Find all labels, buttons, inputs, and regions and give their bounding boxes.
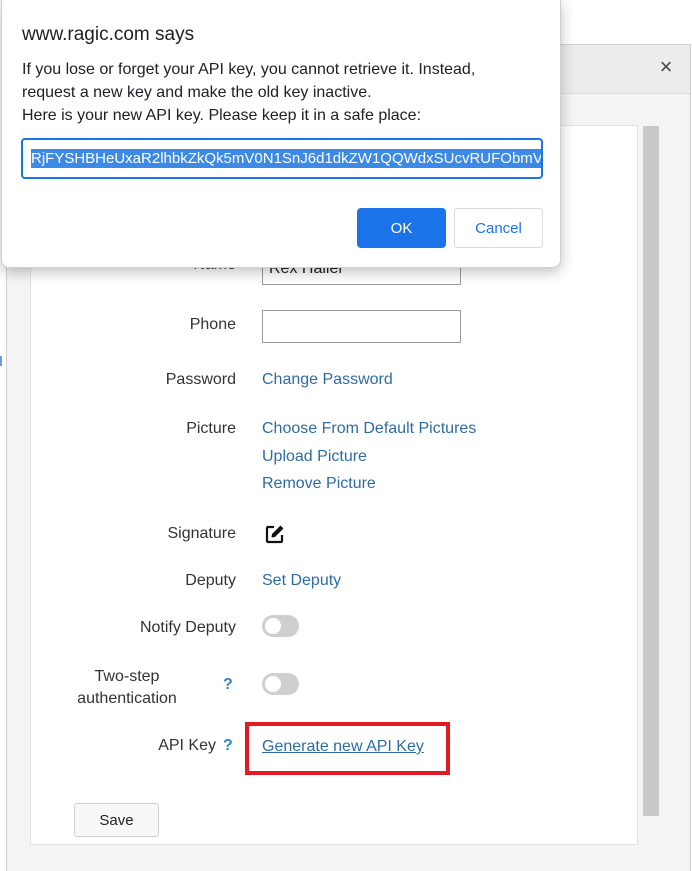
set-deputy-link[interactable]: Set Deputy: [262, 572, 341, 590]
edit-icon[interactable]: [265, 524, 285, 544]
dialog-title: www.ragic.com says: [22, 24, 195, 45]
dialog-message-line: request a new key and make the old key i…: [22, 84, 372, 101]
highlight-annotation: [245, 722, 450, 775]
deputy-label: Deputy: [185, 572, 236, 589]
save-button[interactable]: Save: [74, 803, 159, 837]
dialog-message-line: If you lose or forget your API key, you …: [22, 61, 476, 78]
close-icon[interactable]: ×: [654, 55, 678, 79]
api-key-label: API Key: [158, 737, 216, 754]
toggle-knob: [265, 618, 281, 634]
api-key-help-icon[interactable]: ?: [223, 737, 233, 755]
api-key-input[interactable]: RjFYSHBHeUxaR2lhbkZkQk5mV0N1SnJ6d1dkZW1Q…: [21, 138, 543, 179]
notify-deputy-toggle[interactable]: [262, 615, 299, 637]
browser-alert-dialog: www.ragic.com says If you lose or forget…: [1, 0, 561, 268]
api-key-selected-text: RjFYSHBHeUxaR2lhbkZkQk5mV0N1SnJ6d1dkZW1Q…: [31, 149, 541, 168]
page: × Name Phone Password Change Password Pi…: [0, 0, 692, 871]
remove-picture-link[interactable]: Remove Picture: [262, 475, 376, 493]
dialog-message-line: Here is your new API key. Please keep it…: [22, 107, 422, 124]
two-step-label: Two-step authentication: [0, 666, 277, 710]
notify-deputy-label: Notify Deputy: [139, 619, 236, 636]
picture-label: Picture: [186, 420, 236, 437]
scrollbar[interactable]: [643, 126, 659, 816]
phone-label: Phone: [189, 316, 236, 333]
password-label: Password: [165, 371, 236, 388]
two-step-help-icon[interactable]: ?: [223, 676, 233, 694]
background-link-fragment: [0, 356, 2, 366]
phone-field[interactable]: [262, 310, 461, 343]
dialog-message: If you lose or forget your API key, you …: [22, 58, 552, 127]
two-step-label-line2: authentication: [77, 690, 177, 707]
change-password-link[interactable]: Change Password: [262, 371, 393, 389]
cancel-button[interactable]: Cancel: [454, 208, 543, 248]
upload-picture-link[interactable]: Upload Picture: [262, 448, 367, 466]
two-step-toggle[interactable]: [262, 673, 299, 695]
ok-button[interactable]: OK: [357, 208, 446, 248]
choose-default-pictures-link[interactable]: Choose From Default Pictures: [262, 420, 476, 438]
signature-label: Signature: [167, 525, 237, 542]
two-step-label-line1: Two-step: [94, 668, 160, 685]
toggle-knob: [265, 676, 281, 692]
